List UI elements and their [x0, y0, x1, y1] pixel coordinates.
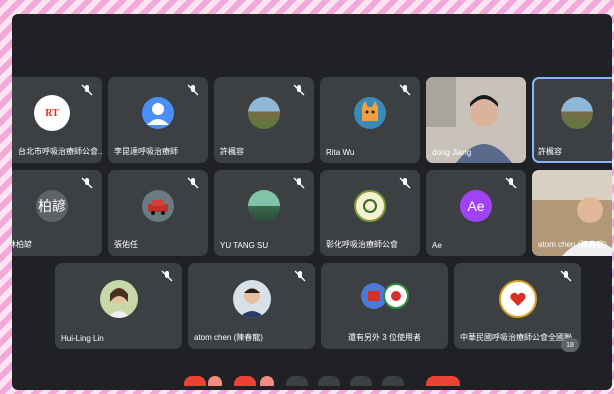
raise-hand-button[interactable]	[350, 376, 372, 386]
camera-toggle-button[interactable]	[234, 376, 256, 386]
hang-up-button[interactable]	[426, 376, 460, 386]
participant-name: 中華民國呼吸治療師公會全國聯...	[460, 333, 577, 342]
participant-tile[interactable]: 李昆達呼吸治療師	[108, 77, 208, 163]
mic-indicator	[208, 376, 222, 386]
participant-name: 台北市呼吸治療師公會...	[18, 147, 102, 156]
participant-name: Hui-Ling Lin	[61, 334, 104, 343]
participant-tile[interactable]: Hui-Ling Lin	[55, 263, 182, 349]
present-button[interactable]	[318, 376, 340, 386]
participant-tile[interactable]: dong Jiang	[426, 77, 526, 163]
seal-avatar	[382, 282, 409, 309]
mic-off-icon	[187, 84, 199, 96]
participant-tile[interactable]: YU TANG SU	[214, 170, 314, 256]
participant-tile[interactable]: 柏諺 林柏諺	[12, 170, 102, 256]
participant-tile[interactable]: Rita Wu	[320, 77, 420, 163]
mic-off-icon	[293, 177, 305, 189]
group-avatars	[360, 282, 409, 309]
participant-tile[interactable]: 許楓容	[214, 77, 314, 163]
mic-off-icon	[81, 84, 93, 96]
participant-name: atom chen (陳春龍)	[538, 240, 607, 249]
woman-photo-avatar	[99, 280, 138, 319]
camera-indicator	[260, 376, 274, 386]
mic-off-icon	[399, 84, 411, 96]
default-person-icon	[142, 97, 174, 130]
mic-off-icon	[294, 270, 306, 282]
mic-off-icon	[293, 84, 305, 96]
meeting-toolbar	[12, 372, 612, 390]
participant-name: Ae	[432, 241, 442, 250]
initials-avatar: Ae	[460, 190, 492, 223]
captions-button[interactable]	[286, 376, 308, 386]
participant-tile[interactable]: atom chen (陳春龍)	[188, 263, 315, 349]
participant-tile[interactable]: 張佑任	[108, 170, 208, 256]
initials-avatar: 柏諺	[36, 190, 68, 223]
participant-count-badge[interactable]: 18	[561, 338, 579, 352]
participant-tile[interactable]: 還有另外 3 位使用者	[321, 263, 448, 349]
heart-logo-avatar	[498, 280, 537, 319]
participant-tile-active[interactable]: 許楓容	[532, 77, 612, 163]
mic-toggle-button[interactable]	[184, 376, 206, 386]
more-options-button[interactable]	[382, 376, 404, 386]
mic-off-icon	[161, 270, 173, 282]
meeting-screen: RT 台北市呼吸治療師公會... 李昆達呼吸治療師 許楓容 Rita Wu do…	[12, 14, 612, 390]
participant-name: 彰化呼吸治療師公會	[326, 240, 398, 249]
participant-name: atom chen (陳春龍)	[194, 333, 263, 342]
participant-name: 李昆達呼吸治療師	[114, 147, 178, 156]
participant-name: 張佑任	[114, 240, 138, 249]
landscape-photo-avatar	[561, 97, 593, 130]
participant-name: dong Jiang	[432, 148, 472, 157]
cat-photo-avatar	[354, 97, 386, 130]
participant-name: 許楓容	[538, 147, 562, 156]
car-photo-avatar	[142, 190, 174, 223]
man-photo-avatar	[232, 280, 271, 319]
mic-off-icon	[81, 177, 93, 189]
participant-tile[interactable]: RT 台北市呼吸治療師公會...	[12, 77, 102, 163]
participant-tile[interactable]: 彰化呼吸治療師公會	[320, 170, 420, 256]
mic-off-icon	[505, 177, 517, 189]
mic-off-icon	[560, 270, 572, 282]
participant-name: 林柏諺	[12, 240, 32, 249]
seal-logo-avatar	[354, 190, 386, 223]
mountain-photo-avatar	[248, 190, 280, 223]
landscape-photo-avatar	[248, 97, 280, 130]
participant-name: YU TANG SU	[220, 241, 269, 250]
participant-tile[interactable]: 中華民國呼吸治療師公會全國聯...	[454, 263, 581, 349]
mic-off-icon	[399, 177, 411, 189]
participant-name: 許楓容	[220, 147, 244, 156]
mic-off-icon	[187, 177, 199, 189]
more-participants-label: 還有另外 3 位使用者	[348, 333, 421, 342]
participant-tile[interactable]: atom chen (陳春龍)	[532, 170, 612, 256]
participant-tile[interactable]: Ae Ae	[426, 170, 526, 256]
participant-name: Rita Wu	[326, 148, 355, 157]
rt-logo: RT	[34, 95, 70, 132]
